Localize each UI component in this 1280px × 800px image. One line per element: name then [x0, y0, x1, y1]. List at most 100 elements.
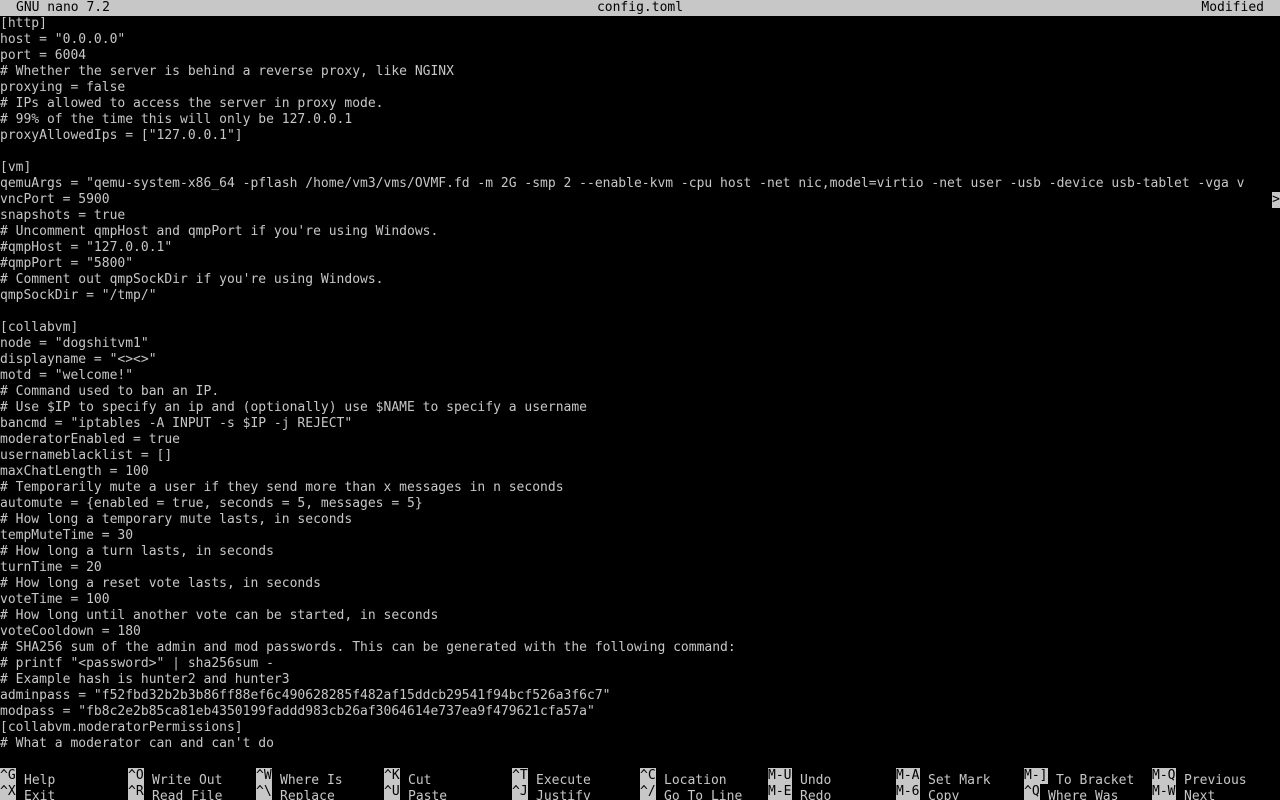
shortcut-label: Exit: [24, 789, 56, 800]
editor-line[interactable]: # 99% of the time this will only be 127.…: [0, 112, 1280, 128]
shortcut-item[interactable]: ^G Help: [0, 768, 55, 788]
editor-line[interactable]: [collabvm.moderatorPermissions]: [0, 720, 1280, 736]
editor-line[interactable]: maxChatLength = 100: [0, 464, 1280, 480]
shortcut-label: Go To Line: [664, 789, 743, 800]
shortcut-key: ^X: [0, 784, 16, 800]
shortcut-key: ^C: [640, 768, 656, 784]
shortcut-item[interactable]: M-6 Copy: [896, 784, 959, 800]
editor-line[interactable]: # Temporarily mute a user if they send m…: [0, 480, 1280, 496]
shortcut-key: M-6: [896, 784, 920, 800]
shortcut-key: M-E: [768, 784, 792, 800]
editor-line[interactable]: [vm]: [0, 160, 1280, 176]
shortcut-item[interactable]: ^T Execute: [512, 768, 591, 788]
editor-line[interactable]: # Command used to ban an IP.: [0, 384, 1280, 400]
editor-line[interactable]: displayname = "<><>": [0, 352, 1280, 368]
editor-line[interactable]: proxying = false: [0, 80, 1280, 96]
editor-line[interactable]: motd = "welcome!": [0, 368, 1280, 384]
shortcut-item[interactable]: ^O Write Out: [128, 768, 222, 788]
editor-line[interactable]: voteTime = 100: [0, 592, 1280, 608]
shortcut-item[interactable]: ^/ Go To Line: [640, 784, 742, 800]
editor-line[interactable]: [0, 304, 1280, 320]
shortcut-key: M-A: [896, 768, 920, 784]
shortcut-key: ^\: [256, 784, 272, 800]
shortcut-key: ^O: [128, 768, 144, 784]
editor-line[interactable]: qmpSockDir = "/tmp/": [0, 288, 1280, 304]
editor-line[interactable]: bancmd = "iptables -A INPUT -s $IP -j RE…: [0, 416, 1280, 432]
shortcut-item[interactable]: M-E Redo: [768, 784, 831, 800]
shortcut-key: M-]: [1024, 768, 1048, 784]
shortcut-key: ^Q: [1024, 784, 1040, 800]
editor-line[interactable]: turnTime = 20: [0, 560, 1280, 576]
line-overflow-marker: >: [1272, 192, 1280, 208]
shortcut-key: M-Q: [1152, 768, 1176, 784]
shortcut-item[interactable]: ^Q Where Was: [1024, 784, 1118, 800]
shortcut-label: Copy: [928, 789, 960, 800]
editor-line[interactable]: # Whether the server is behind a reverse…: [0, 64, 1280, 80]
shortcut-item[interactable]: ^U Paste: [384, 784, 447, 800]
shortcut-item[interactable]: M-] To Bracket: [1024, 768, 1134, 788]
editor-line[interactable]: automute = {enabled = true, seconds = 5,…: [0, 496, 1280, 512]
shortcut-item[interactable]: ^C Location: [640, 768, 727, 788]
shortcut-item[interactable]: ^R Read File: [128, 784, 222, 800]
editor-line[interactable]: # How long a turn lasts, in seconds: [0, 544, 1280, 560]
terminal-screen: GNU nano 7.2 config.toml Modified [http]…: [0, 0, 1280, 800]
editor-line[interactable]: # What a moderator can and can't do: [0, 736, 1280, 752]
shortcut-key: ^R: [128, 784, 144, 800]
editor-line[interactable]: modpass = "fb8c2e2b85ca81eb4350199faddd9…: [0, 704, 1280, 720]
editor-line[interactable]: tempMuteTime = 30: [0, 528, 1280, 544]
editor-line[interactable]: # SHA256 sum of the admin and mod passwo…: [0, 640, 1280, 656]
editor-line[interactable]: # printf "<password>" | sha256sum -: [0, 656, 1280, 672]
shortcut-bar: ^G Help ^X Exit ^O Write Out ^R Read File ^W Wher…: [0, 768, 1280, 800]
shortcut-label: Justify: [536, 789, 591, 800]
shortcut-item[interactable]: M-W Next: [1152, 784, 1215, 800]
editor-line[interactable]: # Use $IP to specify an ip and (optional…: [0, 400, 1280, 416]
editor-line[interactable]: proxyAllowedIps = ["127.0.0.1"]: [0, 128, 1280, 144]
editor-line[interactable]: voteCooldown = 180: [0, 624, 1280, 640]
editor-line[interactable]: # How long a reset vote lasts, in second…: [0, 576, 1280, 592]
shortcut-label: Where Was: [1048, 789, 1119, 800]
shortcut-label: Read File: [152, 789, 223, 800]
editor-line[interactable]: # How long a temporary mute lasts, in se…: [0, 512, 1280, 528]
shortcut-label: Next: [1184, 789, 1216, 800]
shortcut-item[interactable]: ^J Justify: [512, 784, 591, 800]
editor-line[interactable]: snapshots = true: [0, 208, 1280, 224]
editor-line[interactable]: moderatorEnabled = true: [0, 432, 1280, 448]
shortcut-key: M-U: [768, 768, 792, 784]
shortcut-key: ^U: [384, 784, 400, 800]
editor-line[interactable]: usernameblacklist = []: [0, 448, 1280, 464]
modified-status: Modified: [1201, 0, 1264, 15]
shortcut-item[interactable]: M-A Set Mark: [896, 768, 991, 788]
editor-line[interactable]: # How long until another vote can be sta…: [0, 608, 1280, 624]
text-editor-area[interactable]: [http] host = "0.0.0.0" port = 6004 # Wheth…: [0, 16, 1280, 752]
editor-line[interactable]: [collabvm]: [0, 320, 1280, 336]
editor-line[interactable]: vncPort = 5900: [0, 192, 1280, 208]
nano-title-bar: GNU nano 7.2 config.toml Modified: [0, 0, 1280, 16]
shortcut-key: ^G: [0, 768, 16, 784]
shortcut-item[interactable]: M-U Undo: [768, 768, 831, 788]
editor-line[interactable]: qemuArgs = "qemu-system-x86_64 -pflash /…: [0, 176, 1280, 192]
file-name: config.toml: [596, 0, 684, 15]
shortcut-item[interactable]: ^X Exit: [0, 784, 55, 800]
editor-line[interactable]: [http]: [0, 16, 1280, 32]
editor-line[interactable]: adminpass = "f52fbd32b2b3b86ff88ef6c4906…: [0, 688, 1280, 704]
editor-line[interactable]: host = "0.0.0.0": [0, 32, 1280, 48]
editor-line[interactable]: #qmpHost = "127.0.0.1": [0, 240, 1280, 256]
shortcut-item[interactable]: M-Q Previous: [1152, 768, 1247, 788]
editor-line[interactable]: [0, 144, 1280, 160]
editor-line[interactable]: #qmpPort = "5800": [0, 256, 1280, 272]
shortcut-key: ^K: [384, 768, 400, 784]
shortcut-label: Redo: [800, 789, 832, 800]
editor-line[interactable]: # IPs allowed to access the server in pr…: [0, 96, 1280, 112]
shortcut-key: ^/: [640, 784, 656, 800]
editor-line[interactable]: port = 6004: [0, 48, 1280, 64]
shortcut-item[interactable]: ^\ Replace: [256, 784, 335, 800]
editor-line[interactable]: # Uncomment qmpHost and qmpPort if you'r…: [0, 224, 1280, 240]
shortcut-key: ^T: [512, 768, 528, 784]
shortcut-label: Replace: [280, 789, 335, 800]
shortcut-key: M-W: [1152, 784, 1176, 800]
editor-line[interactable]: # Example hash is hunter2 and hunter3: [0, 672, 1280, 688]
editor-line[interactable]: # Comment out qmpSockDir if you're using…: [0, 272, 1280, 288]
shortcut-item[interactable]: ^W Where Is: [256, 768, 343, 788]
shortcut-item[interactable]: ^K Cut: [384, 768, 431, 788]
editor-line[interactable]: node = "dogshitvm1": [0, 336, 1280, 352]
